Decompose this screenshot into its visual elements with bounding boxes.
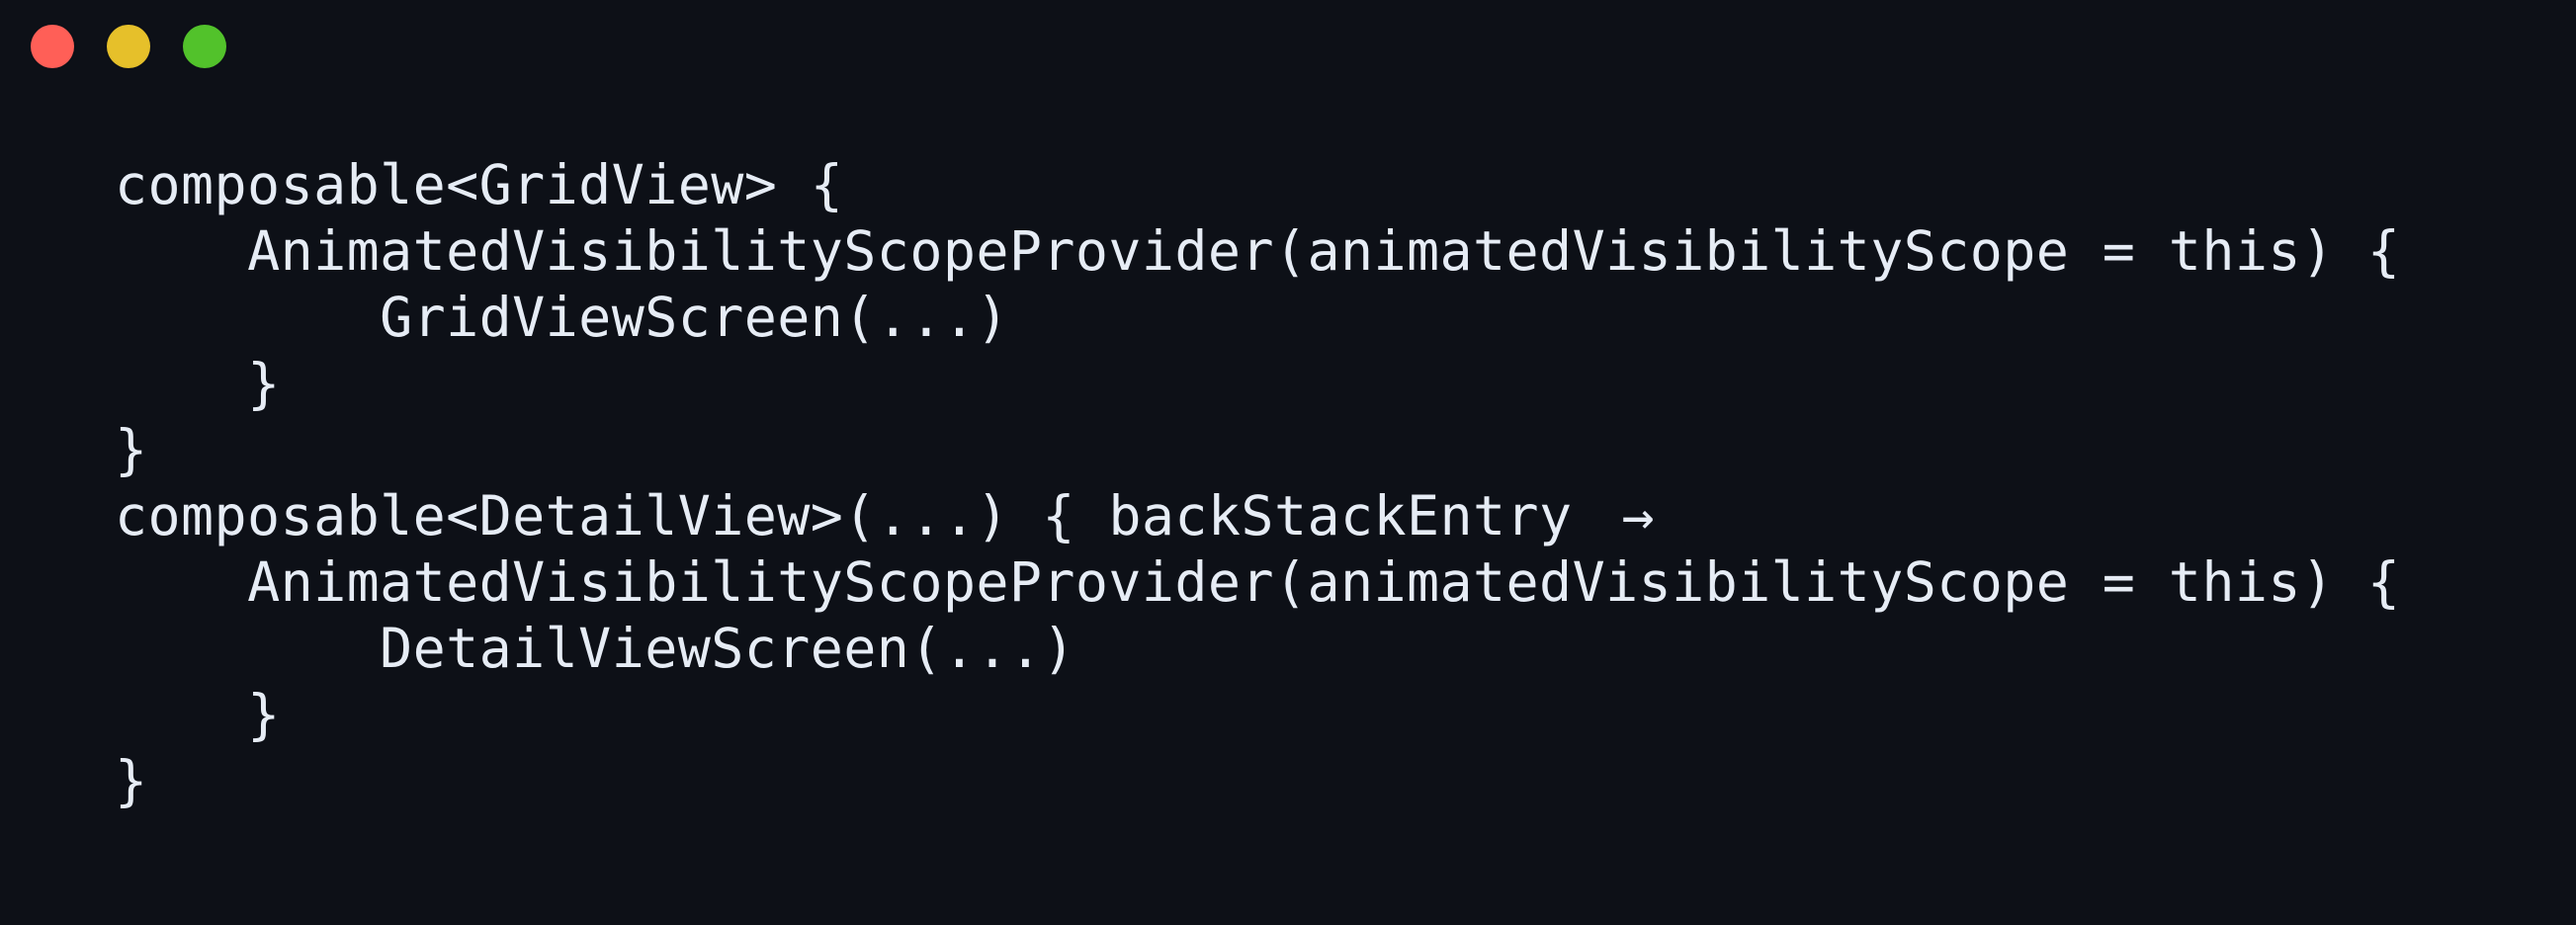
code-line: GridViewScreen(...) (380, 286, 1009, 349)
code-block: composable<GridView> { AnimatedVisibilit… (115, 152, 2400, 814)
code-line: AnimatedVisibilityScopeProvider(animated… (247, 219, 2401, 283)
window-controls (31, 25, 226, 68)
code-line: AnimatedVisibilityScopeProvider(animated… (247, 550, 2401, 614)
close-button[interactable] (31, 25, 74, 68)
code-line: } (115, 749, 148, 812)
code-line: DetailViewScreen(...) (380, 617, 1075, 680)
code-line: composable<DetailView>(...) { backStackE… (115, 483, 2400, 549)
minimize-button[interactable] (107, 25, 150, 68)
code-line: } (247, 352, 281, 415)
code-line: } (247, 683, 281, 746)
maximize-button[interactable] (183, 25, 226, 68)
code-line: composable<GridView> { (115, 153, 844, 216)
arrow-ligature: → (1621, 484, 1655, 547)
code-line: } (115, 418, 148, 481)
